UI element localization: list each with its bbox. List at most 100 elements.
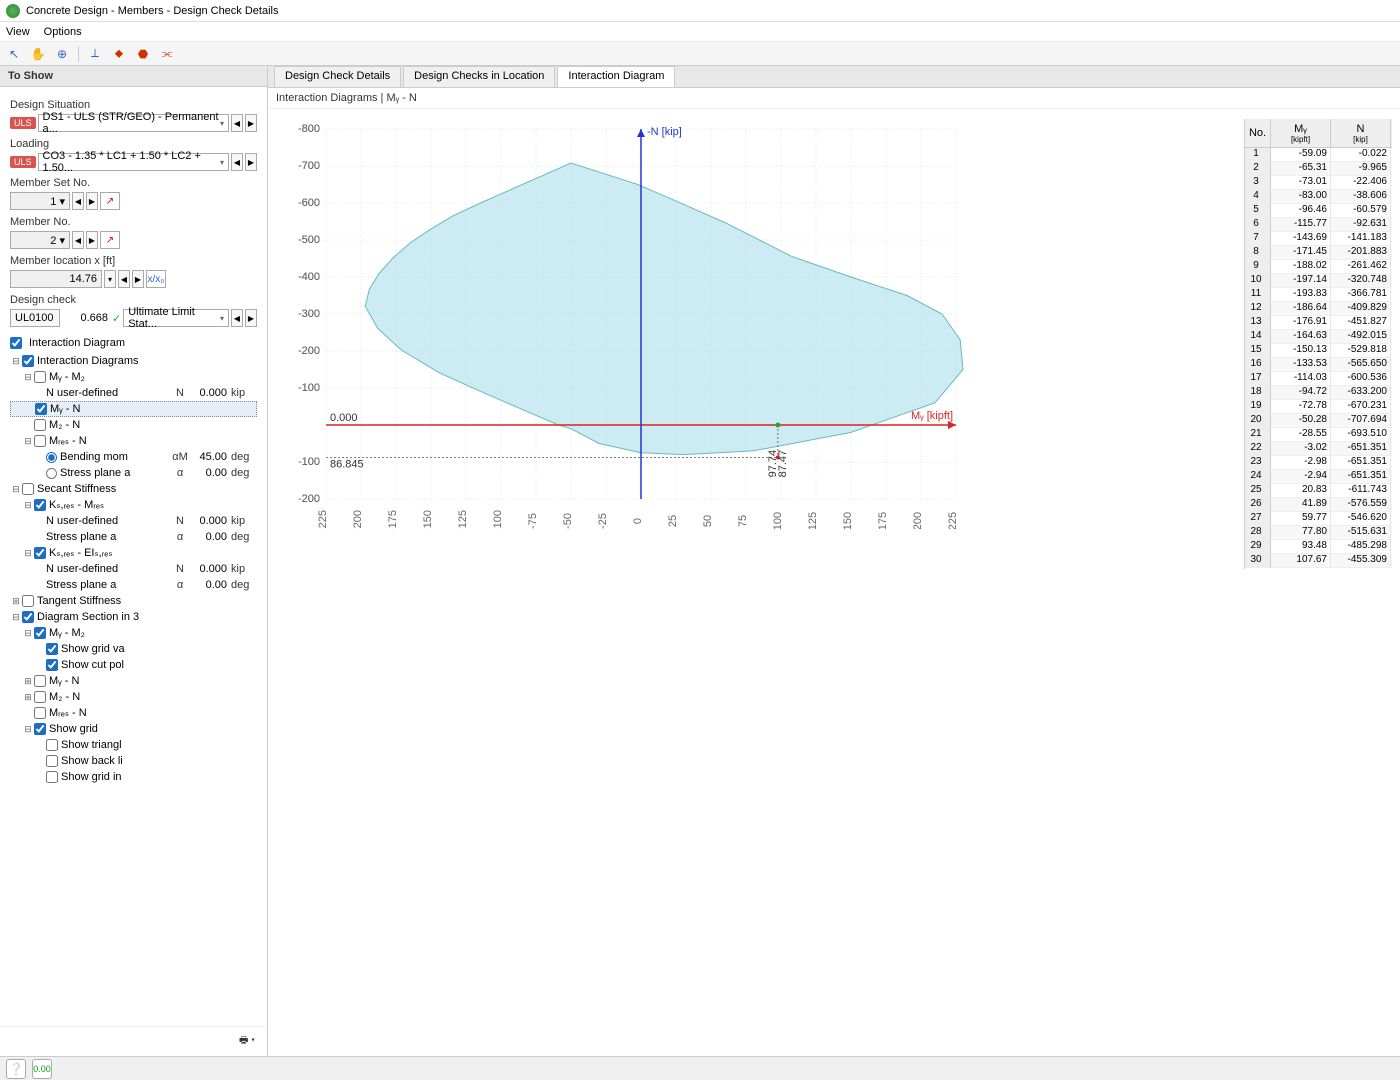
svg-text:-100: -100 xyxy=(492,510,504,529)
expand-icon[interactable]: ⊟ xyxy=(22,625,34,641)
svg-text:-150: -150 xyxy=(422,510,434,529)
tree-checkbox[interactable] xyxy=(34,691,46,703)
design-check-code: UL0100 xyxy=(10,309,60,327)
design-situation-label: Design Situation xyxy=(10,99,257,111)
member-location-input[interactable]: 14.76 xyxy=(10,270,102,288)
print-icon[interactable]: 🖶 ▾ xyxy=(237,1032,257,1050)
tree-checkbox[interactable] xyxy=(46,755,58,767)
col-no[interactable]: No. xyxy=(1245,119,1271,147)
expand-icon[interactable]: ⊟ xyxy=(22,433,34,449)
tabs: Design Check Details Design Checks in Lo… xyxy=(268,66,1400,88)
tree-checkbox[interactable] xyxy=(22,595,34,607)
dropdown-button[interactable]: ▾ xyxy=(104,270,116,288)
tree-checkbox[interactable] xyxy=(46,771,58,783)
design-check-combo[interactable]: Ultimate Limit Stat...▾ xyxy=(123,309,229,327)
tree-checkbox[interactable] xyxy=(46,659,58,671)
expand-icon[interactable]: ⊞ xyxy=(10,593,22,609)
expand-icon[interactable]: ⊟ xyxy=(10,353,22,369)
svg-text:100: 100 xyxy=(302,456,320,468)
tab-design-checks-location[interactable]: Design Checks in Location xyxy=(403,66,555,87)
tab-design-check-details[interactable]: Design Check Details xyxy=(274,66,401,87)
col-n[interactable]: N[kip] xyxy=(1331,119,1391,147)
tree-checkbox[interactable] xyxy=(34,419,46,431)
interaction-diagram-checkbox[interactable] xyxy=(10,337,22,349)
uls-badge: ULS xyxy=(10,117,36,129)
svg-text:-700: -700 xyxy=(298,160,320,172)
expand-icon[interactable]: ⊟ xyxy=(10,609,22,625)
sidebar-footer: 🖶 ▾ xyxy=(0,1026,267,1056)
prev-button[interactable]: ◀ xyxy=(72,231,84,249)
tree-checkbox[interactable] xyxy=(34,371,46,383)
pick-member-icon[interactable]: ↗ xyxy=(100,231,120,249)
member-no-input[interactable]: 2 ▾ xyxy=(10,231,70,249)
tool-hand-icon[interactable]: ✋ xyxy=(28,44,48,64)
expand-icon[interactable]: ⊟ xyxy=(22,369,34,385)
tool-section-icon[interactable]: ⫘ xyxy=(157,44,177,64)
tab-interaction-diagram[interactable]: Interaction Diagram xyxy=(557,66,675,87)
next-button[interactable]: ▶ xyxy=(245,153,257,171)
expand-icon[interactable]: ⊟ xyxy=(22,721,34,737)
prev-button[interactable]: ◀ xyxy=(231,309,243,327)
check-ok-icon: ✓ xyxy=(112,312,121,325)
uls-badge: ULS xyxy=(10,156,36,168)
svg-text:200: 200 xyxy=(302,493,320,505)
expand-icon[interactable]: ⊞ xyxy=(22,673,34,689)
units-icon[interactable]: 0.00 xyxy=(32,1059,52,1079)
tree-checkbox[interactable] xyxy=(34,547,46,559)
tree-checkbox[interactable] xyxy=(35,403,47,415)
menu-view[interactable]: View xyxy=(6,26,30,38)
tree-checkbox[interactable] xyxy=(22,355,34,367)
next-button[interactable]: ▶ xyxy=(245,114,257,132)
next-button[interactable]: ▶ xyxy=(86,231,98,249)
expand-icon[interactable]: ⊟ xyxy=(22,497,34,513)
prev-button[interactable]: ◀ xyxy=(72,192,84,210)
prev-button[interactable]: ◀ xyxy=(118,270,130,288)
tree-checkbox[interactable] xyxy=(34,707,46,719)
svg-text:175: 175 xyxy=(877,512,889,529)
expand-icon[interactable]: ⊟ xyxy=(22,545,34,561)
tree-checkbox[interactable] xyxy=(34,723,46,735)
next-button[interactable]: ▶ xyxy=(245,309,257,327)
tree-checkbox[interactable] xyxy=(46,739,58,751)
interaction-chart: -225-200-175-150-125-100-75-50-250255075… xyxy=(276,119,1238,1048)
tool-cursor-icon[interactable]: ↖ xyxy=(4,44,24,64)
svg-text:-300: -300 xyxy=(298,308,320,320)
tree-checkbox[interactable] xyxy=(22,611,34,623)
tree-checkbox[interactable] xyxy=(34,499,46,511)
tree-radio[interactable] xyxy=(46,468,57,479)
tree-checkbox[interactable] xyxy=(34,627,46,639)
toolbar-separator xyxy=(78,46,79,62)
expand-icon[interactable]: ⊟ xyxy=(10,481,22,497)
svg-text:87.47: 87.47 xyxy=(777,450,789,478)
help-icon[interactable]: ❔ xyxy=(6,1059,26,1079)
pick-member-icon[interactable]: ↗ xyxy=(100,192,120,210)
svg-text:-50: -50 xyxy=(562,513,574,529)
prev-button[interactable]: ◀ xyxy=(231,114,243,132)
svg-text:-200: -200 xyxy=(352,510,364,529)
tool-load-icon[interactable]: ⟂ xyxy=(85,44,105,64)
menu-options[interactable]: Options xyxy=(44,26,82,38)
tree-radio[interactable] xyxy=(46,452,57,463)
svg-text:-100: -100 xyxy=(298,382,320,394)
loading-combo[interactable]: CO3 - 1.35 * LC1 + 1.50 * LC2 + 1.50...▾ xyxy=(38,153,229,171)
tool-zoom-icon[interactable]: ⊕ xyxy=(52,44,72,64)
next-button[interactable]: ▶ xyxy=(86,192,98,210)
next-button[interactable]: ▶ xyxy=(132,270,144,288)
member-set-input[interactable]: 1 ▾ xyxy=(10,192,70,210)
tool-dim1-icon[interactable]: ⬥ xyxy=(109,44,129,64)
svg-text:-200: -200 xyxy=(298,345,320,357)
table-body[interactable]: 1-59.09-0.0222-65.31-9.9653-73.01-22.406… xyxy=(1245,148,1392,569)
design-situation-combo[interactable]: DS1 - ULS (STR/GEO) - Permanent a...▾ xyxy=(38,114,229,132)
prev-button[interactable]: ◀ xyxy=(231,153,243,171)
col-my[interactable]: Mᵧ[kipft] xyxy=(1271,119,1331,147)
tree-checkbox[interactable] xyxy=(34,435,46,447)
expand-icon[interactable]: ⊞ xyxy=(22,689,34,705)
svg-text:25: 25 xyxy=(667,515,679,527)
menubar: View Options xyxy=(0,22,1400,42)
x-x0-icon[interactable]: x/x₀ xyxy=(146,270,166,288)
tree-checkbox[interactable] xyxy=(46,643,58,655)
svg-text:-500: -500 xyxy=(298,234,320,246)
tool-dim2-icon[interactable]: ⬣ xyxy=(133,44,153,64)
tree-checkbox[interactable] xyxy=(34,675,46,687)
tree-checkbox[interactable] xyxy=(22,483,34,495)
